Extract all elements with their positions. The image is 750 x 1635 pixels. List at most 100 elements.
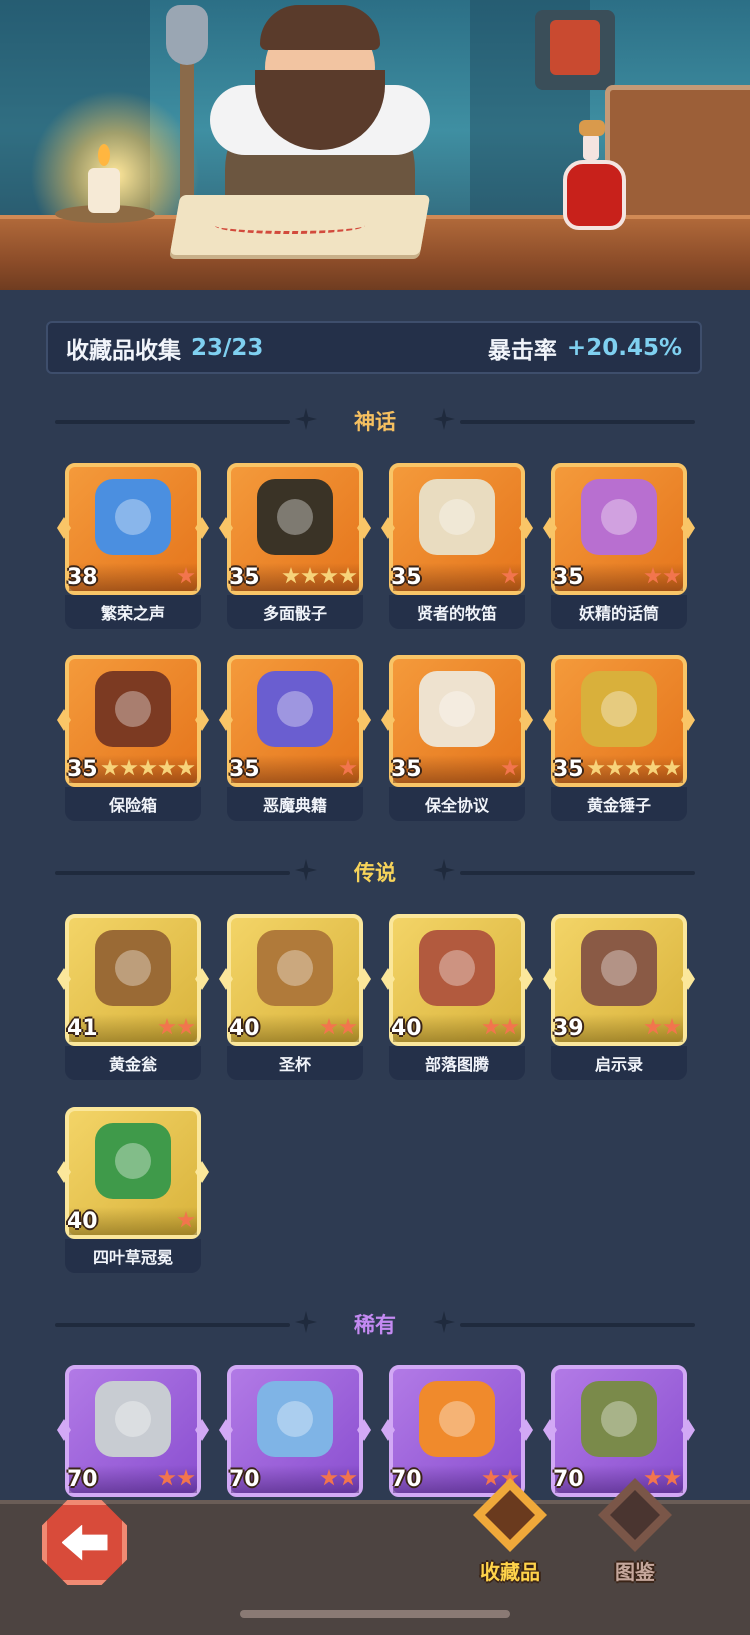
fairy-microphone-icon [581, 479, 657, 555]
star-icon [501, 567, 519, 584]
star-icon [501, 1018, 519, 1035]
collectible-card[interactable]: 35 保险箱 [57, 655, 209, 821]
star-rating [339, 759, 357, 777]
tab-label: 图鉴 [615, 1560, 655, 1584]
item-name: 妖精的话筒 [578, 604, 659, 623]
star-icon [177, 1211, 195, 1228]
collectible-card[interactable]: 35 贤者的牧笛 [381, 463, 533, 629]
star-icon [644, 759, 662, 776]
item-name: 保全协议 [424, 796, 489, 815]
section-divider-rare: 稀有 [50, 1309, 700, 1339]
collectible-card[interactable]: 35 多面骰子 [219, 463, 371, 629]
shovel [166, 5, 208, 215]
d20-dice-icon [257, 479, 333, 555]
battle-axe-icon [95, 1381, 171, 1457]
item-level: 35 [553, 757, 584, 782]
collectible-card[interactable]: 38 繁荣之声 [57, 463, 209, 629]
item-level: 40 [391, 1016, 422, 1041]
item-name: 保险箱 [108, 796, 157, 815]
star-icon [139, 759, 157, 776]
star-icon [320, 567, 338, 584]
item-level: 39 [553, 1016, 584, 1041]
collectible-card[interactable]: 41 黄金瓮 [57, 914, 209, 1080]
item-level: 35 [391, 757, 422, 782]
clover-crown-icon [95, 1123, 171, 1199]
star-icon [120, 759, 138, 776]
item-level: 38 [67, 565, 98, 590]
pan-flute-icon [419, 479, 495, 555]
star-rating [644, 567, 681, 585]
star-icon [501, 759, 519, 776]
collectible-card[interactable]: 40 四叶草冠冕 [57, 1107, 209, 1273]
home-indicator [240, 1610, 510, 1618]
star-rating [587, 759, 681, 777]
collectible-card[interactable]: 35 黄金锤子 [543, 655, 695, 821]
item-name: 启示录 [594, 1055, 643, 1074]
star-icon [663, 567, 681, 584]
star-icon [158, 1018, 176, 1035]
tab-collection[interactable]: 收藏品 [455, 1478, 565, 1598]
star-icon [177, 1018, 195, 1035]
section-divider-legend: 传说 [50, 857, 700, 887]
item-level: 41 [67, 1016, 98, 1041]
star-icon [301, 567, 319, 584]
golden-hammer-icon [581, 671, 657, 747]
item-level: 35 [229, 565, 260, 590]
star-icon [644, 567, 662, 584]
collection-summary-bar: 收藏品收集 23/23 暴击率 +20.45% [46, 321, 702, 374]
star-icon [339, 567, 357, 584]
tab-codex[interactable]: 图鉴 [580, 1478, 690, 1598]
star-icon [339, 1018, 357, 1035]
contract-scroll-icon [419, 671, 495, 747]
star-icon [177, 567, 195, 584]
star-rating [282, 567, 357, 585]
star-icon [644, 1018, 662, 1035]
red-potion [563, 120, 626, 230]
dwarf-shopkeeper [166, 0, 470, 220]
candle [88, 144, 120, 213]
collectible-card[interactable]: 39 启示录 [543, 914, 695, 1080]
item-name: 贤者的牧笛 [416, 604, 497, 623]
star-rating [320, 1469, 357, 1487]
frost-sword-icon [257, 1381, 333, 1457]
collectible-card[interactable]: 35 保全协议 [381, 655, 533, 821]
demon-book-icon [257, 671, 333, 747]
treasure-chest [605, 85, 750, 235]
item-name: 四叶草冠冕 [92, 1248, 173, 1267]
star-rating [177, 567, 195, 585]
star-icon [663, 759, 681, 776]
star-icon [101, 759, 119, 776]
item-level: 70 [229, 1467, 260, 1492]
collectible-card[interactable]: 35 妖精的话筒 [543, 463, 695, 629]
star-icon [158, 759, 176, 776]
star-rating [482, 1018, 519, 1036]
phoenix-feather-icon [419, 1381, 495, 1457]
star-rating [101, 759, 195, 777]
star-icon [606, 759, 624, 776]
holy-grail-icon [257, 930, 333, 1006]
collection-label: 收藏品收集 [66, 337, 181, 364]
item-name: 黄金锤子 [586, 796, 651, 815]
crit-rate-label: 暴击率 [487, 337, 557, 364]
star-rating [158, 1469, 195, 1487]
star-icon [482, 1018, 500, 1035]
collectible-card[interactable]: 35 恶魔典籍 [219, 655, 371, 821]
star-icon [282, 567, 300, 584]
star-rating [158, 1018, 195, 1036]
collectible-card[interactable]: 40 部落图腾 [381, 914, 533, 1080]
blue-wisp-icon [95, 479, 171, 555]
item-level: 35 [553, 565, 584, 590]
item-name: 圣杯 [278, 1055, 311, 1074]
back-button[interactable] [42, 1500, 127, 1585]
star-icon [158, 1469, 176, 1486]
collection-count: 23/23 [191, 334, 264, 361]
star-icon [339, 1469, 357, 1486]
gold-chest-icon [95, 671, 171, 747]
item-name: 部落图腾 [424, 1055, 489, 1074]
back-arrow-icon [61, 1524, 108, 1561]
star-icon [177, 1469, 195, 1486]
star-icon [320, 1469, 338, 1486]
star-icon [320, 1018, 338, 1035]
thorn-vine-icon [581, 1381, 657, 1457]
collectible-card[interactable]: 40 圣杯 [219, 914, 371, 1080]
